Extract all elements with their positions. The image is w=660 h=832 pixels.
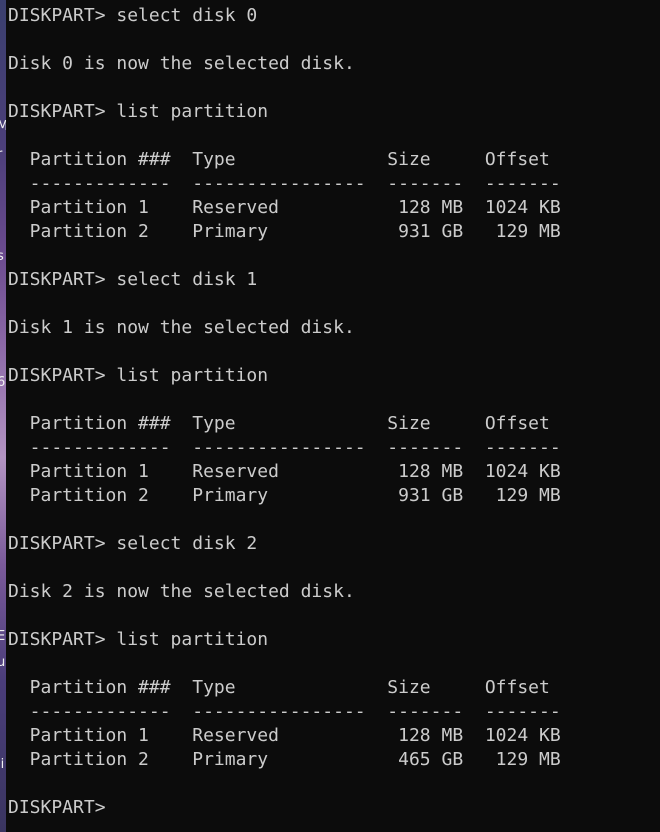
console-line: DISKPART> select disk 0 [8, 5, 258, 26]
background-window-text: u [0, 655, 6, 670]
console-line: DISKPART> list partition [8, 101, 269, 122]
console-line: Partition ### Type Size Offset [8, 413, 550, 434]
console-line: Disk 2 is now the selected disk. [8, 581, 355, 602]
console-line: Partition 2 Primary 931 GB 129 MB [8, 485, 561, 506]
console-line: Partition 1 Reserved 128 MB 1024 KB [8, 725, 561, 746]
console-line: ------------- ---------------- ------- -… [8, 437, 561, 458]
console-line: DISKPART> [8, 797, 106, 818]
screen: Mrs6Euli DISKPART> select disk 0Disk 0 i… [0, 0, 660, 832]
diskpart-console[interactable]: DISKPART> select disk 0 Disk 0 is now the… [6, 0, 660, 832]
console-line: ------------- ---------------- ------- -… [8, 701, 561, 722]
console-line: DISKPART> select disk 2 [8, 533, 258, 554]
background-window-text: li [0, 757, 5, 772]
background-window-text: r [0, 148, 2, 162]
background-window-text: 6 [0, 375, 6, 390]
console-line: Partition 1 Reserved 128 MB 1024 KB [8, 461, 561, 482]
console-line: ------------- ---------------- ------- -… [8, 173, 561, 194]
console-line: Partition ### Type Size Offset [8, 677, 550, 698]
console-line: DISKPART> list partition [8, 365, 269, 386]
console-line: Disk 0 is now the selected disk. [8, 53, 355, 74]
background-window-text: E [0, 629, 6, 644]
console-line: Partition 2 Primary 465 GB 129 MB [8, 749, 561, 770]
background-window-text: s [0, 249, 4, 264]
console-line: Partition ### Type Size Offset [8, 149, 550, 170]
console-line: DISKPART> select disk 1 [8, 269, 258, 290]
console-line: Disk 1 is now the selected disk. [8, 317, 355, 338]
console-output: DISKPART> select disk 0 Disk 0 is now the… [8, 4, 561, 820]
console-line: Partition 2 Primary 931 GB 129 MB [8, 221, 561, 242]
console-line: Partition 1 Reserved 128 MB 1024 KB [8, 197, 561, 218]
console-line: DISKPART> list partition [8, 629, 269, 650]
